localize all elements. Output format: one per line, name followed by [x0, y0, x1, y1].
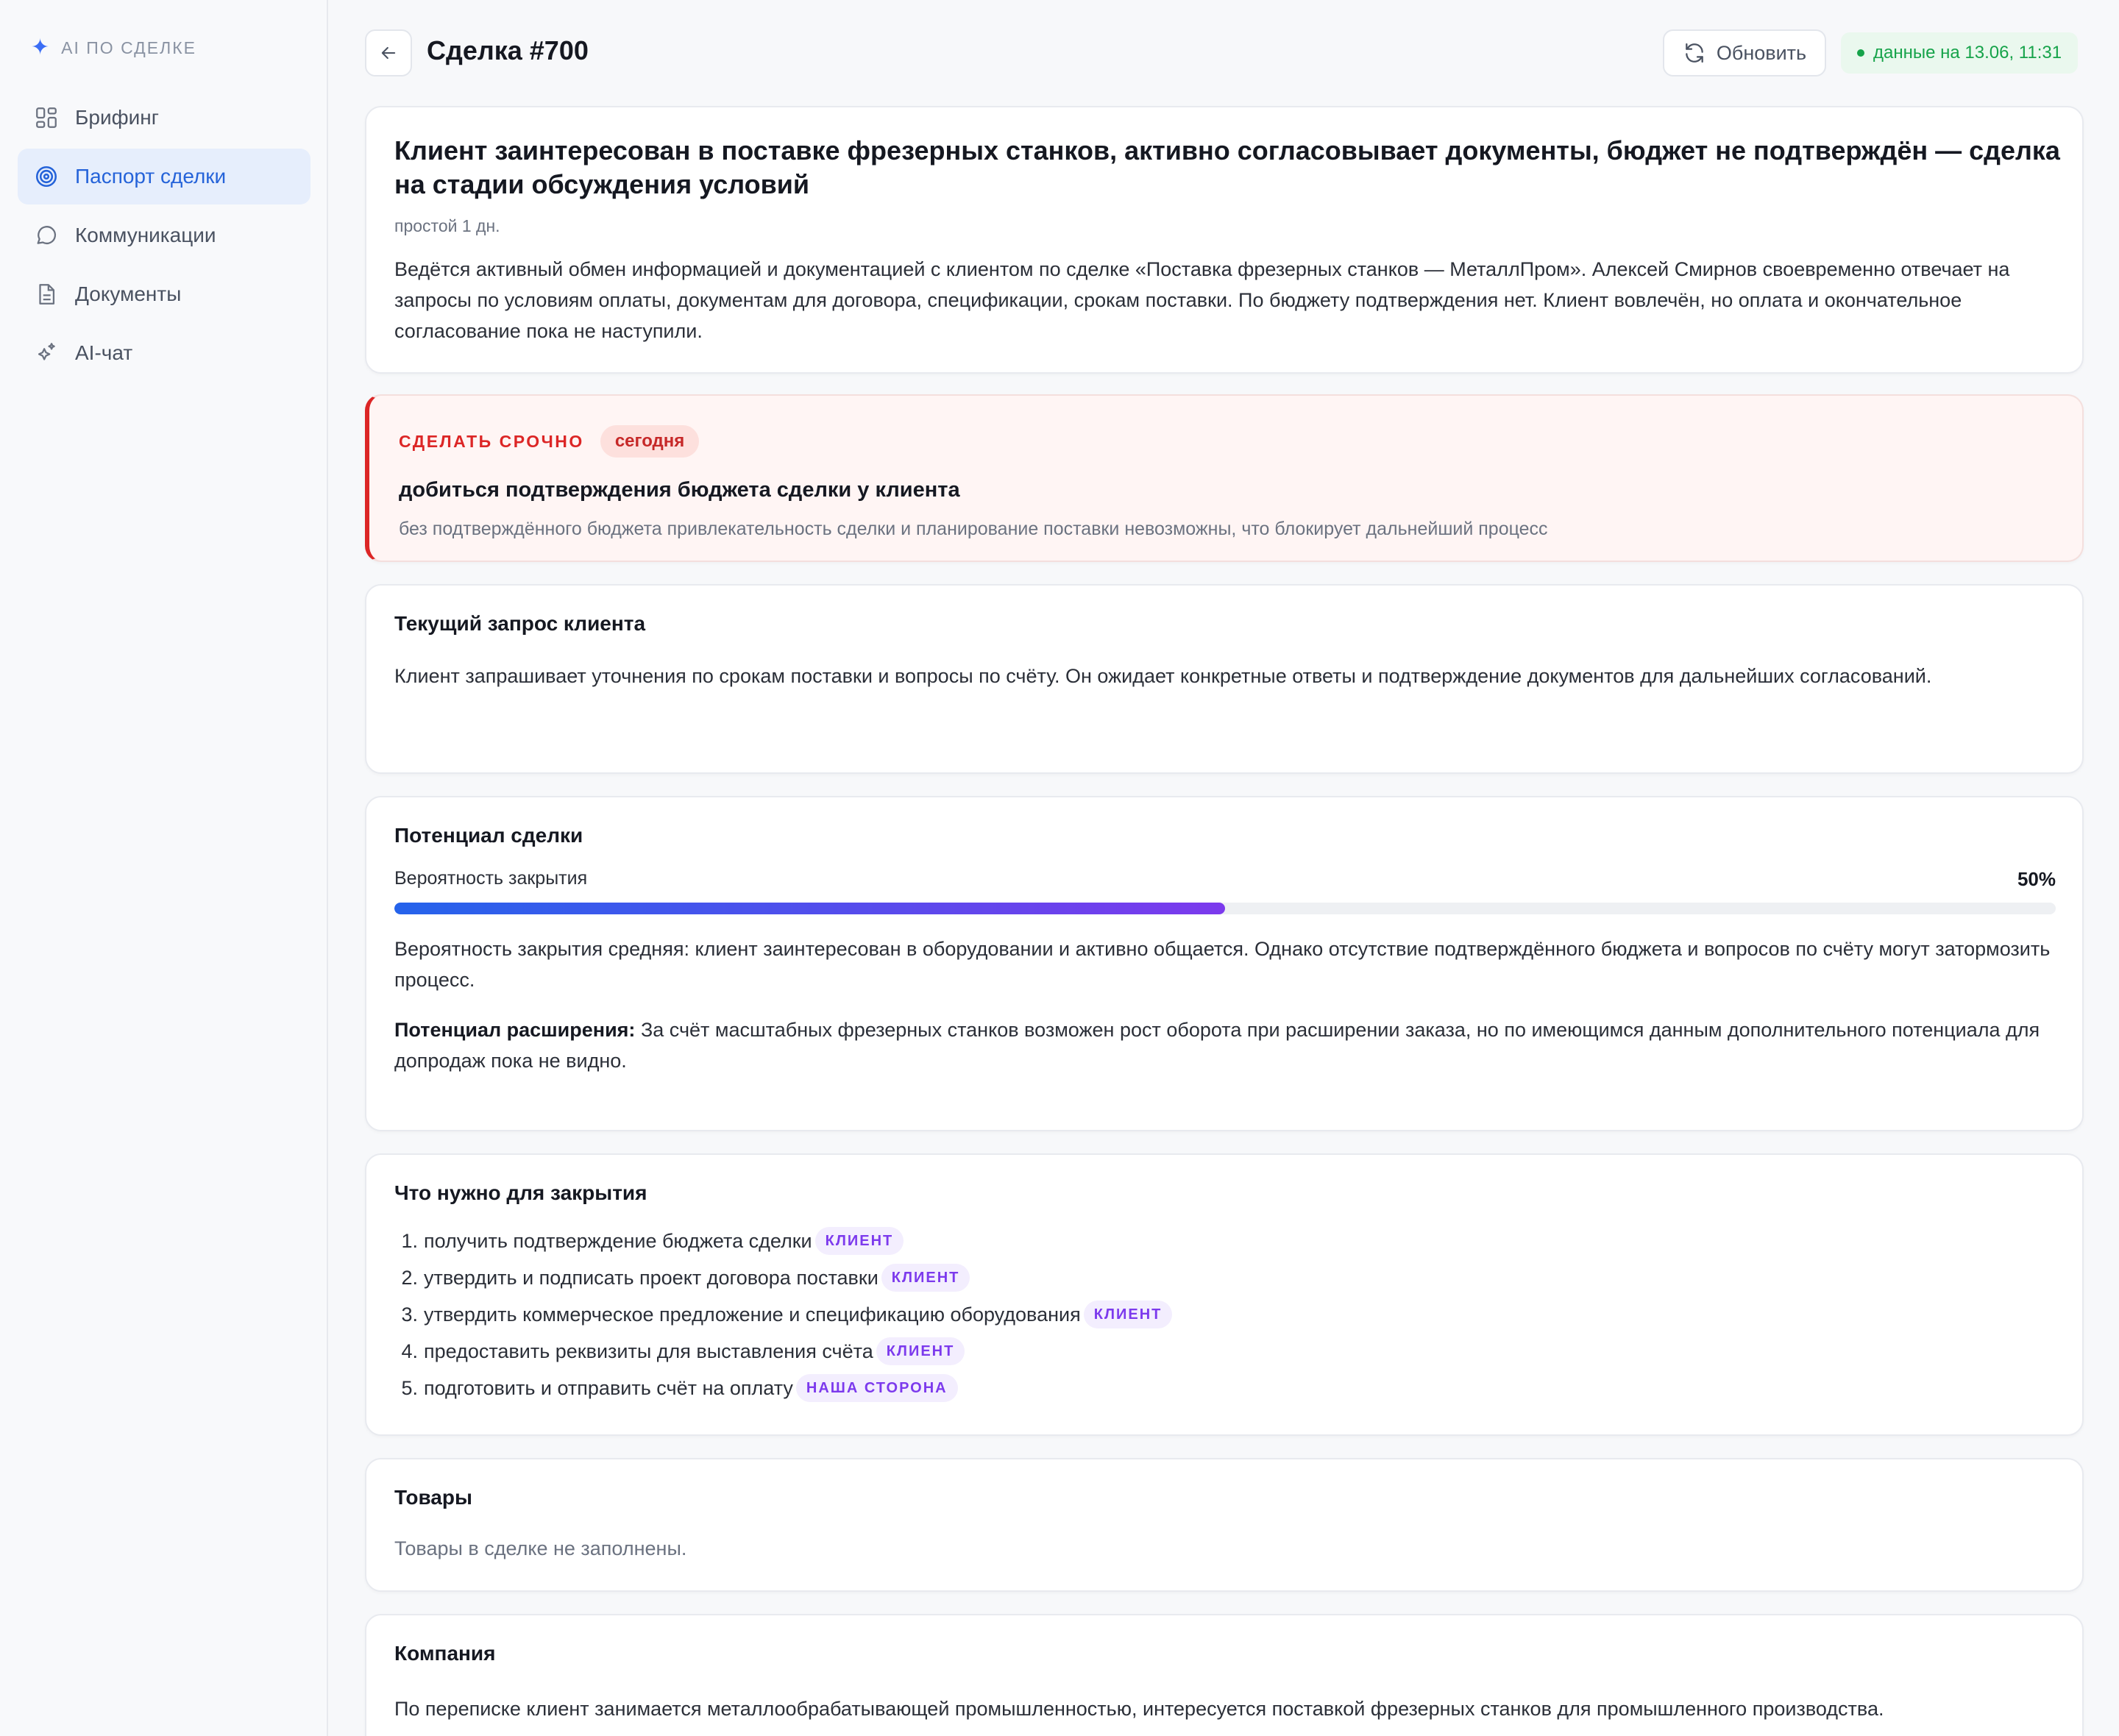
- list-item: 3. утвердить коммерческое предложение и с…: [394, 1296, 2056, 1333]
- item-text: предоставить реквизиты для выставления с…: [424, 1340, 873, 1362]
- brand: ✦ AI по сделке: [31, 37, 196, 59]
- briefing-icon: [36, 107, 57, 128]
- owner-tag: НАША СТОРОНА: [795, 1374, 958, 1402]
- sidebar-item-label: Брифинг: [75, 106, 159, 129]
- client-request-card: Текущий запрос клиента Клиент запрашивае…: [365, 584, 2084, 774]
- target-icon: [35, 166, 57, 188]
- summary-card: Клиент заинтересован в поставке фрезерны…: [365, 106, 2084, 374]
- item-number: 5.: [401, 1376, 418, 1399]
- owner-tag: КЛИЕНТ: [881, 1264, 970, 1292]
- list-item: 4. предоставить реквизиты для выставления…: [394, 1333, 2056, 1370]
- item-number: 4.: [401, 1340, 418, 1362]
- sidebar: ✦ AI по сделке Брифинг Паспорт сделки Ко…: [0, 0, 328, 1736]
- owner-tag: КЛИЕНТ: [1083, 1301, 1173, 1328]
- refresh-icon: [1686, 43, 1703, 63]
- closing-requirements-card: Что нужно для закрытия 1. получить подтве…: [365, 1153, 2084, 1436]
- item-text: утвердить коммерческое предложение и спе…: [424, 1303, 1081, 1326]
- summary-headline: Клиент заинтересован в поставке фрезерны…: [394, 135, 2060, 199]
- urgent-title: добиться подтверждения бюджета сделки у …: [399, 478, 960, 502]
- goods-empty-text: Товары в сделке не заполнены.: [394, 1537, 687, 1559]
- sidebar-nav: Брифинг Паспорт сделки Коммуникации Доку…: [18, 90, 310, 384]
- sidebar-item-label: AI-чат: [75, 341, 133, 364]
- sidebar-item-communications[interactable]: Коммуникации: [18, 207, 310, 263]
- document-icon: [39, 284, 55, 305]
- sidebar-item-ai-chat[interactable]: AI-чат: [18, 325, 310, 381]
- item-number: 2.: [401, 1266, 418, 1289]
- section-title: Что нужно для закрытия: [394, 1181, 647, 1204]
- main-content: Сделка #700 Обновить данные на 13.06, 11…: [365, 0, 2084, 1736]
- company-card: Компания По переписке клиент занимается …: [365, 1614, 2084, 1736]
- expansion-body: За счёт масштабных фрезерных станков воз…: [394, 1019, 2040, 1072]
- refresh-label: Обновить: [1716, 41, 1807, 64]
- status-dot-icon: [1857, 49, 1864, 57]
- urgent-label: Сделать срочно: [399, 431, 584, 451]
- chat-icon: [37, 226, 57, 244]
- probability-label: Вероятность закрытия: [394, 868, 588, 889]
- sidebar-item-briefing[interactable]: Брифинг: [18, 90, 310, 146]
- probability-bar: [394, 903, 2056, 914]
- item-text: подготовить и отправить счёт на оплату: [424, 1376, 793, 1399]
- list-item: 5. подготовить и отправить счёт на оплату…: [394, 1370, 2056, 1406]
- item-text: получить подтверждение бюджета сделки: [424, 1229, 812, 1252]
- data-status-text: данные на 13.06, 11:31: [1873, 43, 2062, 63]
- arrow-left-icon: [381, 46, 396, 60]
- page-header: Сделка #700 Обновить данные на 13.06, 11…: [365, 0, 2084, 106]
- page-title: Сделка #700: [427, 35, 589, 65]
- sidebar-item-documents[interactable]: Документы: [18, 266, 310, 322]
- owner-tag: КЛИЕНТ: [814, 1227, 904, 1255]
- section-title: Компания: [394, 1642, 496, 1665]
- deal-potential-card: Потенциал сделки Вероятность закрытия 50…: [365, 796, 2084, 1131]
- item-number: 3.: [401, 1303, 418, 1326]
- sparkle-logo-icon: ✦: [31, 35, 52, 60]
- back-button[interactable]: [365, 29, 412, 77]
- brand-label: AI по сделке: [61, 38, 196, 57]
- sidebar-item-label: Коммуникации: [75, 224, 216, 246]
- urgent-action-card: Сделать срочно сегодня добиться подтверж…: [365, 394, 2084, 562]
- urgent-note: без подтверждённого бюджета привлекатель…: [399, 519, 1548, 539]
- sidebar-item-label: Паспорт сделки: [75, 165, 227, 188]
- expansion-label: Потенциал расширения:: [394, 1019, 636, 1041]
- list-item: 2. утвердить и подписать проект договора …: [394, 1259, 2056, 1296]
- probability-text: Вероятность закрытия средняя: клиент заи…: [394, 938, 2051, 991]
- probability-bar-fill: [394, 903, 1225, 914]
- requirements-list: 1. получить подтверждение бюджета сделки К…: [394, 1223, 2056, 1406]
- request-text: Клиент запрашивает уточнения по срокам п…: [394, 665, 1932, 687]
- sparkle-icon: [38, 343, 55, 360]
- sidebar-item-deal-passport[interactable]: Паспорт сделки: [18, 149, 310, 204]
- probability-value: 50%: [2017, 868, 2056, 890]
- section-title: Товары: [394, 1486, 472, 1509]
- sidebar-item-label: Документы: [75, 282, 182, 305]
- goods-card: Товары Товары в сделке не заполнены.: [365, 1458, 2084, 1592]
- item-number: 1.: [401, 1229, 418, 1252]
- company-text: По переписке клиент занимается металлооб…: [394, 1698, 1884, 1720]
- section-title: Текущий запрос клиента: [394, 612, 646, 635]
- section-title: Потенциал сделки: [394, 824, 583, 847]
- list-item: 1. получить подтверждение бюджета сделки К…: [394, 1223, 2056, 1259]
- expansion-text: Потенциал расширения: За счёт масштабных…: [394, 1014, 2056, 1076]
- summary-text: Ведётся активный обмен информацией и док…: [394, 258, 2010, 342]
- idle-time: простой 1 дн.: [394, 216, 500, 235]
- data-status-badge: данные на 13.06, 11:31: [1841, 32, 2079, 74]
- owner-tag: КЛИЕНТ: [876, 1337, 965, 1365]
- refresh-button[interactable]: Обновить: [1663, 29, 1826, 77]
- due-badge: сегодня: [600, 425, 700, 458]
- item-text: утвердить и подписать проект договора по…: [424, 1266, 879, 1289]
